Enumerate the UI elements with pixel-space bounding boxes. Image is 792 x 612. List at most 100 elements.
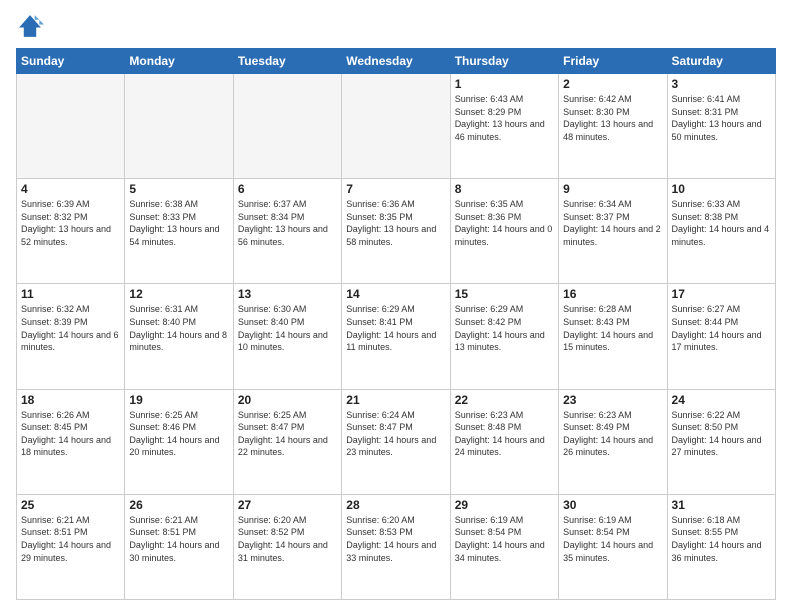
calendar-cell: 29 Sunrise: 6:19 AMSunset: 8:54 PMDayligh…	[450, 494, 558, 599]
day-info: Sunrise: 6:21 AMSunset: 8:51 PMDaylight:…	[129, 514, 228, 564]
day-number: 22	[455, 393, 554, 407]
day-number: 15	[455, 287, 554, 301]
weekday-header-wednesday: Wednesday	[342, 49, 450, 74]
calendar-cell: 21 Sunrise: 6:24 AMSunset: 8:47 PMDayligh…	[342, 389, 450, 494]
day-info: Sunrise: 6:23 AMSunset: 8:49 PMDaylight:…	[563, 409, 662, 459]
calendar-cell: 12 Sunrise: 6:31 AMSunset: 8:40 PMDayligh…	[125, 284, 233, 389]
calendar-cell: 23 Sunrise: 6:23 AMSunset: 8:49 PMDayligh…	[559, 389, 667, 494]
calendar-cell: 31Sunrise: 6:18 AMSunset: 8:55 PMDayligh…	[667, 494, 775, 599]
day-number: 25	[21, 498, 120, 512]
weekday-header-tuesday: Tuesday	[233, 49, 341, 74]
day-number: 28	[346, 498, 445, 512]
logo	[16, 12, 48, 40]
day-number: 13	[238, 287, 337, 301]
calendar-cell: 5 Sunrise: 6:38 AMSunset: 8:33 PMDaylight…	[125, 179, 233, 284]
day-number: 20	[238, 393, 337, 407]
day-info: Sunrise: 6:25 AMSunset: 8:46 PMDaylight:…	[129, 409, 228, 459]
calendar-cell: 13 Sunrise: 6:30 AMSunset: 8:40 PMDayligh…	[233, 284, 341, 389]
day-info: Sunrise: 6:37 AMSunset: 8:34 PMDaylight:…	[238, 198, 337, 248]
calendar-cell: 26 Sunrise: 6:21 AMSunset: 8:51 PMDayligh…	[125, 494, 233, 599]
calendar-cell: 22 Sunrise: 6:23 AMSunset: 8:48 PMDayligh…	[450, 389, 558, 494]
calendar-cell: 2 Sunrise: 6:42 AMSunset: 8:30 PMDaylight…	[559, 74, 667, 179]
weekday-header-sunday: Sunday	[17, 49, 125, 74]
calendar-cell	[125, 74, 233, 179]
day-info: Sunrise: 6:22 AMSunset: 8:50 PMDaylight:…	[672, 409, 771, 459]
day-number: 5	[129, 182, 228, 196]
calendar-cell: 15 Sunrise: 6:29 AMSunset: 8:42 PMDayligh…	[450, 284, 558, 389]
calendar-cell: 3 Sunrise: 6:41 AMSunset: 8:31 PMDaylight…	[667, 74, 775, 179]
day-info: Sunrise: 6:23 AMSunset: 8:48 PMDaylight:…	[455, 409, 554, 459]
day-info: Sunrise: 6:27 AMSunset: 8:44 PMDaylight:…	[672, 303, 771, 353]
day-number: 4	[21, 182, 120, 196]
calendar-cell: 11Sunrise: 6:32 AMSunset: 8:39 PMDayligh…	[17, 284, 125, 389]
week-row-2: 4Sunrise: 6:39 AMSunset: 8:32 PMDaylight…	[17, 179, 776, 284]
day-number: 19	[129, 393, 228, 407]
day-info: Sunrise: 6:36 AMSunset: 8:35 PMDaylight:…	[346, 198, 445, 248]
calendar-cell: 30Sunrise: 6:19 AMSunset: 8:54 PMDayligh…	[559, 494, 667, 599]
day-number: 23	[563, 393, 662, 407]
day-number: 10	[672, 182, 771, 196]
calendar-cell: 9 Sunrise: 6:34 AMSunset: 8:37 PMDaylight…	[559, 179, 667, 284]
day-info: Sunrise: 6:32 AMSunset: 8:39 PMDaylight:…	[21, 303, 120, 353]
day-number: 21	[346, 393, 445, 407]
weekday-header-friday: Friday	[559, 49, 667, 74]
calendar-cell: 24 Sunrise: 6:22 AMSunset: 8:50 PMDayligh…	[667, 389, 775, 494]
day-info: Sunrise: 6:24 AMSunset: 8:47 PMDaylight:…	[346, 409, 445, 459]
day-number: 9	[563, 182, 662, 196]
day-info: Sunrise: 6:19 AMSunset: 8:54 PMDaylight:…	[563, 514, 662, 564]
day-info: Sunrise: 6:21 AMSunset: 8:51 PMDaylight:…	[21, 514, 120, 564]
calendar-cell: 6 Sunrise: 6:37 AMSunset: 8:34 PMDaylight…	[233, 179, 341, 284]
day-info: Sunrise: 6:35 AMSunset: 8:36 PMDaylight:…	[455, 198, 554, 248]
calendar-cell: 1Sunrise: 6:43 AMSunset: 8:29 PMDaylight…	[450, 74, 558, 179]
day-number: 18	[21, 393, 120, 407]
header	[16, 12, 776, 40]
logo-icon	[16, 12, 44, 40]
week-row-4: 18 Sunrise: 6:26 AMSunset: 8:45 PMDayligh…	[17, 389, 776, 494]
day-info: Sunrise: 6:25 AMSunset: 8:47 PMDaylight:…	[238, 409, 337, 459]
day-number: 16	[563, 287, 662, 301]
calendar-cell: 20 Sunrise: 6:25 AMSunset: 8:47 PMDayligh…	[233, 389, 341, 494]
calendar-cell	[233, 74, 341, 179]
calendar-cell: 27Sunrise: 6:20 AMSunset: 8:52 PMDayligh…	[233, 494, 341, 599]
day-number: 8	[455, 182, 554, 196]
day-number: 12	[129, 287, 228, 301]
week-row-3: 11Sunrise: 6:32 AMSunset: 8:39 PMDayligh…	[17, 284, 776, 389]
weekday-header-row: SundayMondayTuesdayWednesdayThursdayFrid…	[17, 49, 776, 74]
calendar-cell: 17 Sunrise: 6:27 AMSunset: 8:44 PMDayligh…	[667, 284, 775, 389]
weekday-header-thursday: Thursday	[450, 49, 558, 74]
calendar-table: SundayMondayTuesdayWednesdayThursdayFrid…	[16, 48, 776, 600]
day-number: 26	[129, 498, 228, 512]
day-info: Sunrise: 6:18 AMSunset: 8:55 PMDaylight:…	[672, 514, 771, 564]
calendar-cell: 16 Sunrise: 6:28 AMSunset: 8:43 PMDayligh…	[559, 284, 667, 389]
day-info: Sunrise: 6:30 AMSunset: 8:40 PMDaylight:…	[238, 303, 337, 353]
calendar-cell: 7Sunrise: 6:36 AMSunset: 8:35 PMDaylight…	[342, 179, 450, 284]
day-info: Sunrise: 6:43 AMSunset: 8:29 PMDaylight:…	[455, 93, 554, 143]
day-number: 27	[238, 498, 337, 512]
calendar-cell: 28Sunrise: 6:20 AMSunset: 8:53 PMDayligh…	[342, 494, 450, 599]
day-number: 24	[672, 393, 771, 407]
calendar-cell: 4Sunrise: 6:39 AMSunset: 8:32 PMDaylight…	[17, 179, 125, 284]
day-number: 3	[672, 77, 771, 91]
page: SundayMondayTuesdayWednesdayThursdayFrid…	[0, 0, 792, 612]
day-info: Sunrise: 6:26 AMSunset: 8:45 PMDaylight:…	[21, 409, 120, 459]
day-info: Sunrise: 6:42 AMSunset: 8:30 PMDaylight:…	[563, 93, 662, 143]
day-info: Sunrise: 6:34 AMSunset: 8:37 PMDaylight:…	[563, 198, 662, 248]
calendar-cell: 8 Sunrise: 6:35 AMSunset: 8:36 PMDaylight…	[450, 179, 558, 284]
day-number: 2	[563, 77, 662, 91]
calendar-cell: 19 Sunrise: 6:25 AMSunset: 8:46 PMDayligh…	[125, 389, 233, 494]
day-info: Sunrise: 6:29 AMSunset: 8:42 PMDaylight:…	[455, 303, 554, 353]
day-info: Sunrise: 6:33 AMSunset: 8:38 PMDaylight:…	[672, 198, 771, 248]
week-row-1: 1Sunrise: 6:43 AMSunset: 8:29 PMDaylight…	[17, 74, 776, 179]
day-number: 6	[238, 182, 337, 196]
day-number: 29	[455, 498, 554, 512]
calendar-cell	[17, 74, 125, 179]
day-info: Sunrise: 6:41 AMSunset: 8:31 PMDaylight:…	[672, 93, 771, 143]
day-number: 17	[672, 287, 771, 301]
day-info: Sunrise: 6:19 AMSunset: 8:54 PMDaylight:…	[455, 514, 554, 564]
calendar-cell: 25 Sunrise: 6:21 AMSunset: 8:51 PMDayligh…	[17, 494, 125, 599]
day-info: Sunrise: 6:28 AMSunset: 8:43 PMDaylight:…	[563, 303, 662, 353]
day-info: Sunrise: 6:31 AMSunset: 8:40 PMDaylight:…	[129, 303, 228, 353]
day-info: Sunrise: 6:38 AMSunset: 8:33 PMDaylight:…	[129, 198, 228, 248]
day-info: Sunrise: 6:29 AMSunset: 8:41 PMDaylight:…	[346, 303, 445, 353]
weekday-header-monday: Monday	[125, 49, 233, 74]
